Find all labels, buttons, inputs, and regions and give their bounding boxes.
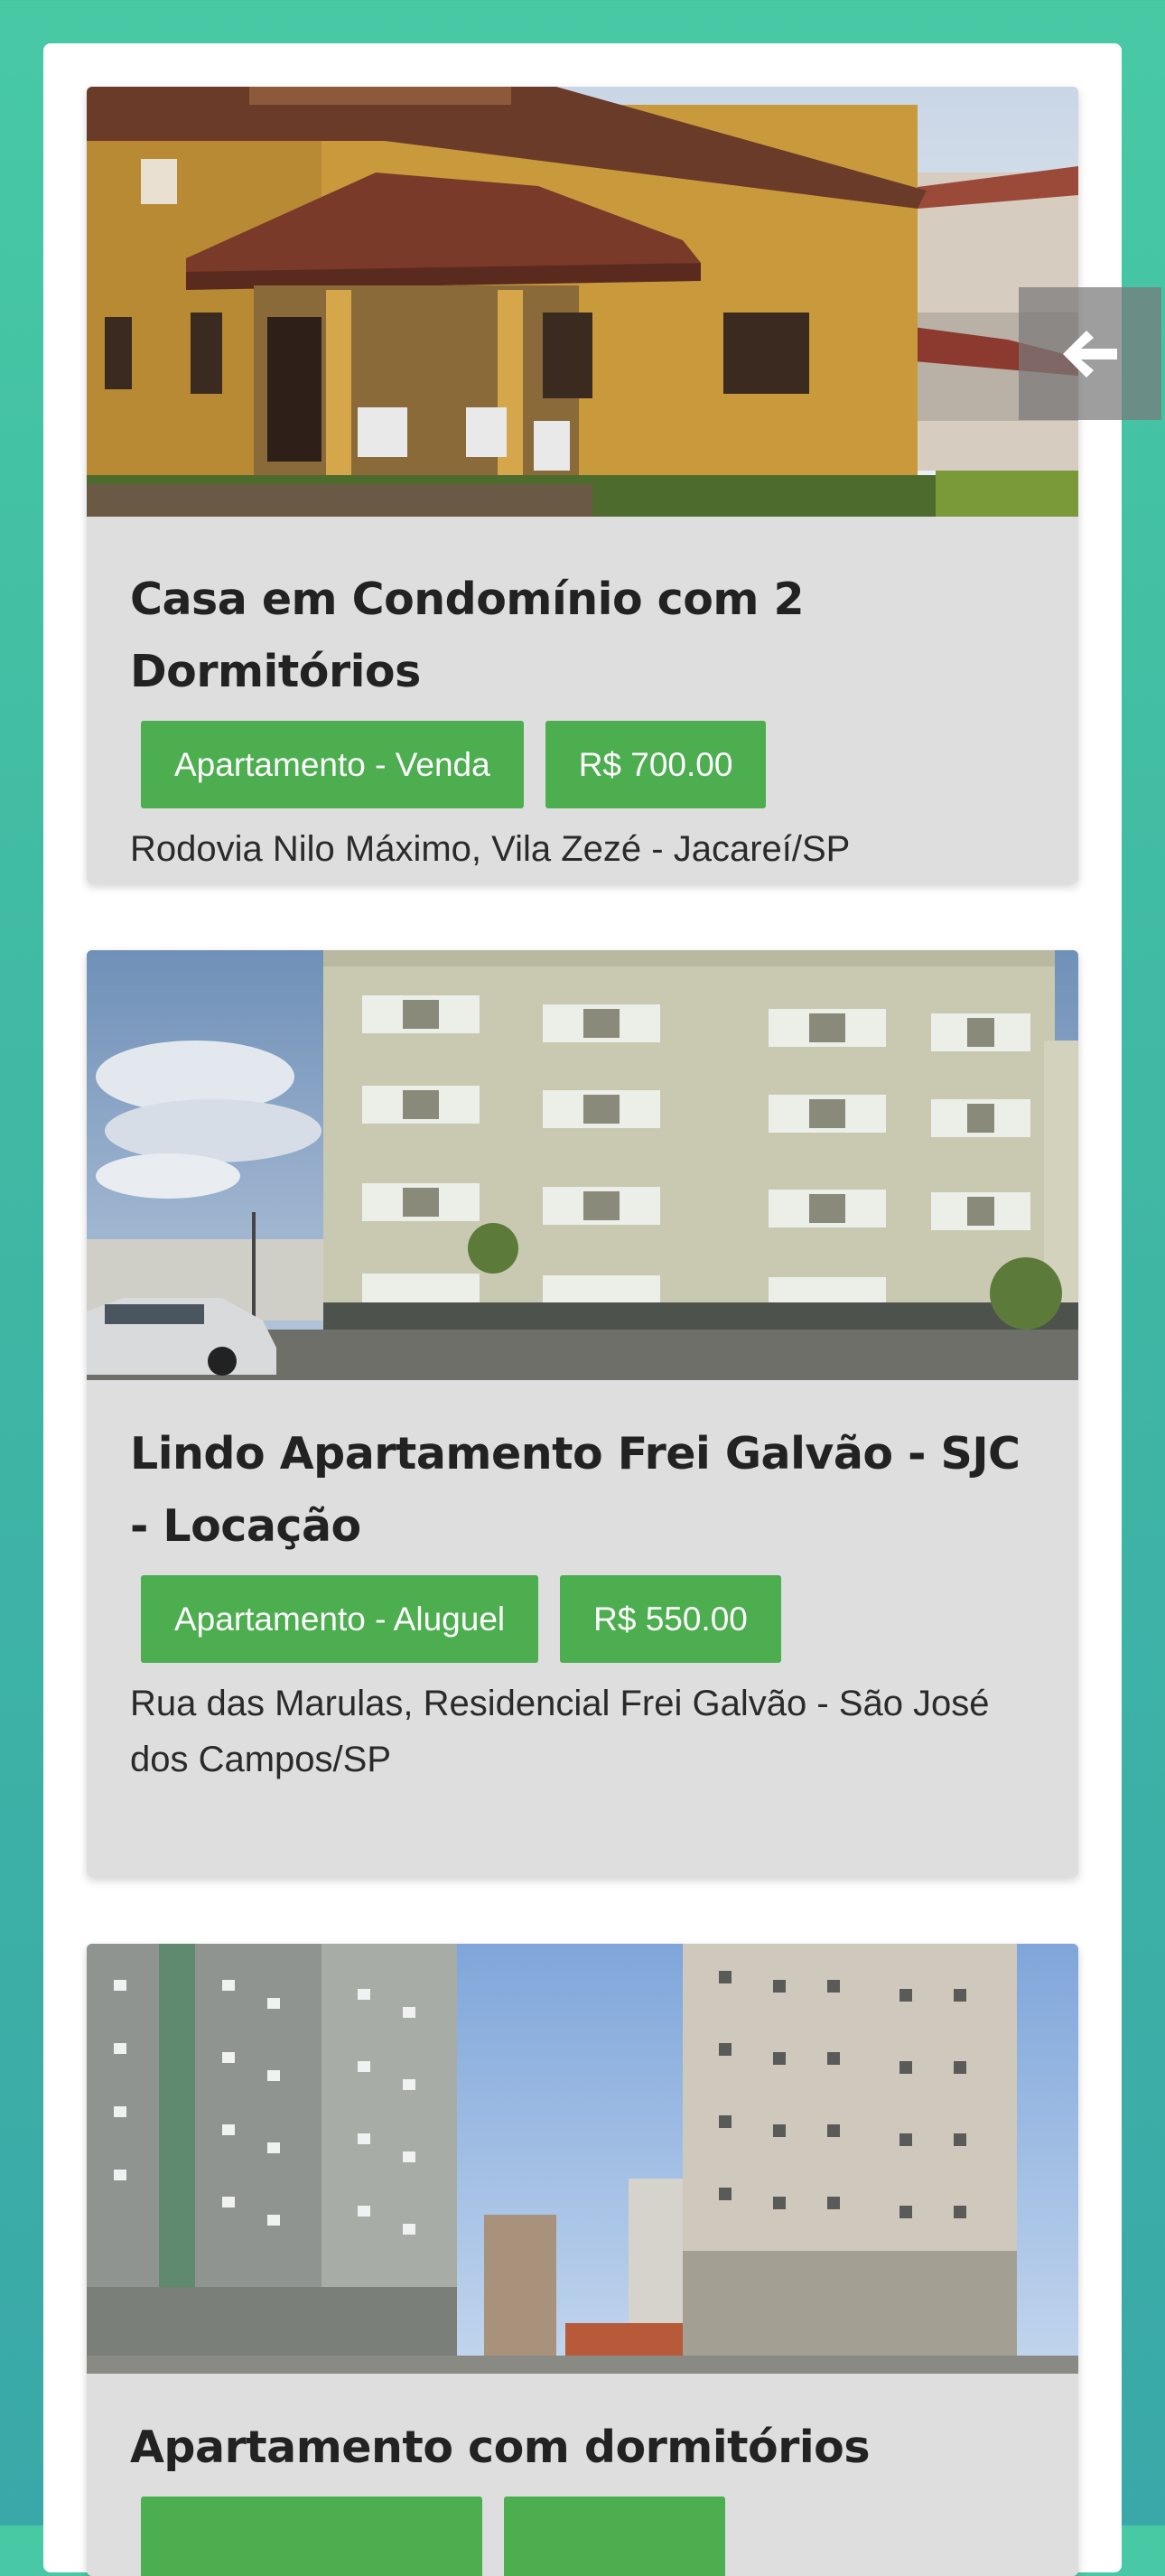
property-type-badge — [141, 2497, 482, 2576]
listing-photo[interactable] — [87, 1944, 1078, 2374]
listing-card[interactable]: Lindo Apartamento Frei Galvão - SJC - Lo… — [87, 950, 1078, 1877]
listing-title[interactable]: Casa em Condomínio com 2 Dormitórios — [130, 564, 1035, 708]
listing-address: Rodovia Nilo Máximo, Vila Zezé - Jacareí… — [130, 829, 851, 869]
listing-title[interactable]: Apartamento com dormitórios — [130, 2412, 1035, 2484]
listing-address: Rua das Marulas, Residencial Frei Galvão… — [130, 1684, 990, 1779]
listing-photo[interactable] — [87, 87, 1078, 517]
listing-card[interactable]: Casa em Condomínio com 2 Dormitórios Apa… — [87, 87, 1078, 883]
arrow-left-icon — [1063, 330, 1117, 378]
price-badge: R$ 700.00 — [545, 721, 767, 808]
listing-photo[interactable] — [87, 950, 1078, 1380]
listing-title[interactable]: Lindo Apartamento Frei Galvão - SJC - Lo… — [130, 1418, 1035, 1563]
property-type-badge: Apartamento - Aluguel — [141, 1575, 539, 1663]
price-badge — [504, 2497, 725, 2576]
price-badge: R$ 550.00 — [560, 1575, 781, 1663]
property-type-badge: Apartamento - Venda — [141, 721, 524, 808]
listing-card[interactable]: Apartamento com dormitórios — [87, 1944, 1078, 2576]
back-button[interactable] — [1019, 287, 1161, 420]
